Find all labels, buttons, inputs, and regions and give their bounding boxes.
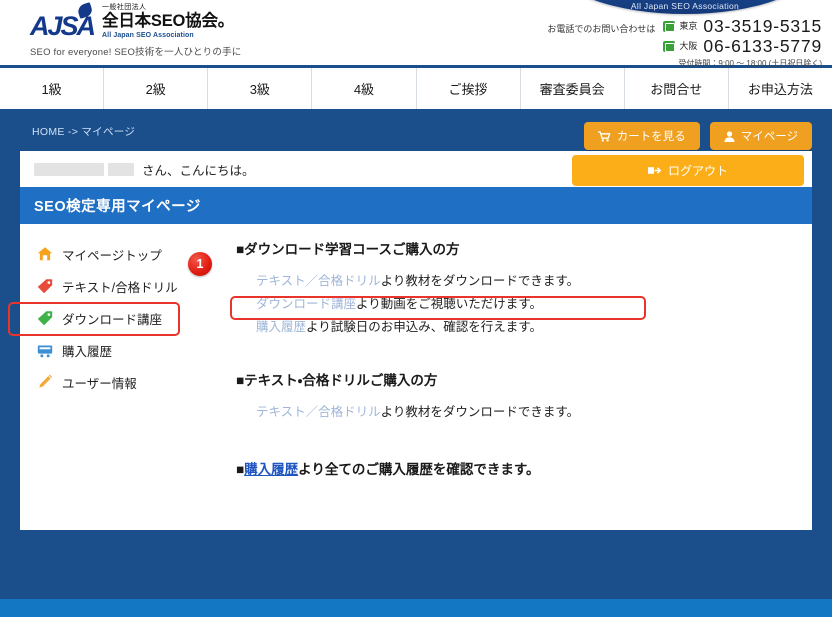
- sidebar-label: テキスト/合格ドリル: [62, 280, 178, 295]
- page-body: HOME -> マイページ カートを見る マイページ さん、こんにちは。 ログア…: [0, 112, 832, 599]
- link-download-course[interactable]: ダウンロード講座: [256, 297, 356, 311]
- view-cart-label: カートを見る: [616, 131, 686, 143]
- nav-item-committee[interactable]: 審査委員会: [519, 68, 624, 109]
- home-icon: [37, 247, 53, 261]
- phone-row: 大阪 06-6133-5779: [663, 35, 822, 56]
- user-icon: [724, 130, 735, 142]
- link-purchase-history[interactable]: 購入履歴: [256, 320, 306, 334]
- line-rest: より試験日のお申込み、確認を行えます。: [306, 320, 543, 334]
- cart-blue-icon: [37, 345, 53, 358]
- section3-rest: より全てのご購入履歴を確認できます。: [298, 462, 540, 477]
- content-line: ダウンロード講座より動画をご視聴いただけます。: [236, 293, 792, 316]
- footer-navigation: 1級 2級 3級 4級 ご挨拶 審査委員会 お問合せ お申込み: [0, 599, 832, 617]
- nav-item-grade1[interactable]: 1級: [0, 68, 104, 109]
- page-title: SEO検定専用マイページ: [20, 187, 812, 224]
- content-line: テキスト／合格ドリルより教材をダウンロードできます。: [236, 270, 792, 293]
- cart-icon: [597, 130, 611, 142]
- link-text-drill-2[interactable]: テキスト／合格ドリル: [256, 405, 381, 419]
- nav-item-greeting[interactable]: ご挨拶: [415, 68, 520, 109]
- logo-name-en: All Japan SEO Association: [102, 31, 194, 39]
- logo-tagline: SEO for everyone! SEO技術を一人ひとりの手に: [30, 46, 242, 58]
- sidebar-item-download-course[interactable]: ダウンロード講座: [32, 302, 216, 334]
- sidebar-item-purchase-history[interactable]: 購入履歴: [32, 334, 216, 366]
- red-tag-icon: [37, 279, 53, 294]
- nav-item-grade2[interactable]: 2級: [103, 68, 208, 109]
- mypage-panel: マイページトップ テキスト/合格ドリル ダウンロード講座 購入履歴 ユーザー情報…: [8, 224, 812, 530]
- nav-item-application[interactable]: お申込方法: [727, 68, 832, 109]
- logout-label: ログアウト: [667, 164, 728, 178]
- content-line: テキスト／合格ドリルより教材をダウンロードできます。: [236, 401, 792, 424]
- redacted-username-part1: [34, 162, 104, 176]
- logo-row: AJSA 一般社団法人 全日本SEO協会。 All Japan SEO Asso…: [30, 1, 241, 40]
- nav-item-grade3[interactable]: 3級: [207, 68, 312, 109]
- line-rest: より教材をダウンロードできます。: [380, 405, 580, 419]
- phone-number: 06-6133-5779: [703, 35, 822, 56]
- sidebar-item-text-drill[interactable]: テキスト/合格ドリル: [32, 270, 216, 302]
- ajsa-logomark: AJSA: [30, 1, 96, 40]
- phone-city: 東京: [679, 21, 698, 32]
- content-line: 購入履歴より試験日のお申込み、確認を行えます。: [236, 316, 792, 339]
- link-text-drill[interactable]: テキスト／合格ドリル: [256, 274, 381, 288]
- header-contact: お電話でのお問い合わせは 東京 03-3519-5315 大阪 06-6133-…: [547, 16, 822, 69]
- pencil-icon: [39, 374, 53, 388]
- association-banner-text: All Japan SEO Association: [630, 1, 740, 11]
- contact-phone-list: 東京 03-3519-5315 大阪 06-6133-5779 受付時間：9:0…: [663, 16, 822, 69]
- green-tag-icon: [37, 311, 53, 326]
- line-rest: より動画をご視聴いただけます。: [356, 297, 543, 311]
- main-navigation: 1級 2級 3級 4級 ご挨拶 審査委員会 お問合せ お申込方法: [0, 68, 832, 112]
- mypage-label: マイページ: [740, 131, 798, 143]
- contact-hours: 受付時間：9:00 〜 18:00 (土日祝日除く): [678, 59, 822, 68]
- page-root: All Japan SEO Association AJSA 一般社団法人 全日…: [0, 0, 832, 617]
- logo-wordmark: 一般社団法人 全日本SEO協会。 All Japan SEO Associati…: [102, 4, 234, 40]
- welcome-bar: さん、こんにちは。 ログアウト: [20, 151, 812, 187]
- logout-wrapper: ログアウト: [572, 155, 804, 186]
- mypage-button[interactable]: マイページ: [709, 122, 812, 150]
- section-heading-text-drill: ■テキスト・合格ドリルご購入の方: [236, 373, 438, 388]
- logo-corp-type: 一般社団法人: [102, 4, 147, 11]
- section-heading-download-course: ■ダウンロード学習コースご購入の方: [236, 242, 460, 257]
- telephone-icon: [663, 21, 676, 33]
- section-heading-purchase-history: ■購入履歴より全てのご購入履歴を確認できます。: [236, 458, 792, 478]
- section3-prefix: ■: [236, 462, 245, 477]
- redacted-username-part2: [108, 162, 134, 176]
- site-logo[interactable]: AJSA 一般社団法人 全日本SEO協会。 All Japan SEO Asso…: [30, 1, 242, 58]
- logout-arrow-icon: [647, 167, 661, 174]
- phone-row: 東京 03-3519-5315: [663, 16, 822, 36]
- contact-label: お電話でのお問い合わせは: [547, 24, 656, 34]
- top-action-buttons: カートを見る マイページ: [583, 122, 812, 150]
- sidebar-label: ダウンロード講座: [62, 312, 163, 327]
- phone-city: 大阪: [679, 40, 698, 51]
- link-purchase-history-2[interactable]: 購入履歴: [244, 462, 298, 477]
- telephone-icon: [663, 40, 676, 52]
- sidebar-label: ユーザー情報: [62, 376, 137, 391]
- view-cart-button[interactable]: カートを見る: [583, 122, 700, 150]
- nav-item-grade4[interactable]: 4級: [311, 68, 416, 109]
- line-rest: より教材をダウンロードできます。: [380, 274, 580, 288]
- sidebar-label: マイページトップ: [62, 248, 162, 263]
- sidebar-label: 購入履歴: [62, 344, 113, 359]
- phone-number: 03-3519-5315: [703, 16, 822, 36]
- site-header: All Japan SEO Association AJSA 一般社団法人 全日…: [0, 0, 832, 68]
- logo-name-jp: 全日本SEO協会。: [102, 12, 235, 30]
- logout-button[interactable]: ログアウト: [572, 155, 804, 186]
- annotation-badge-1: 1: [188, 252, 212, 276]
- welcome-text: さん、こんにちは。: [142, 163, 255, 178]
- mypage-sidebar: マイページトップ テキスト/合格ドリル ダウンロード講座 購入履歴 ユーザー情報…: [8, 238, 216, 530]
- sidebar-item-user-info[interactable]: ユーザー情報: [32, 366, 216, 398]
- mypage-content: ■ダウンロード学習コースご購入の方 テキスト／合格ドリルより教材をダウンロードで…: [216, 238, 812, 530]
- association-banner: All Japan SEO Association: [556, 0, 814, 14]
- nav-item-contact[interactable]: お問合せ: [623, 68, 728, 109]
